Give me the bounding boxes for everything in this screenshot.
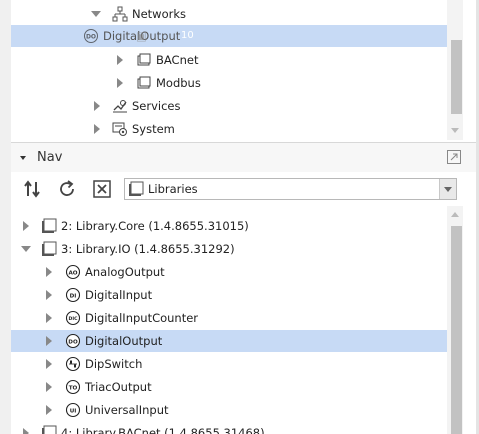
tree-item-library-io[interactable]: 3: Library.IO (1.4.8655.31292) (11, 238, 447, 260)
library-select[interactable]: Libraries (124, 178, 457, 200)
tree-item-digitalinputcounter[interactable]: DIC DigitalInputCounter (11, 307, 447, 329)
top-tree-scroll-thumb[interactable] (451, 40, 462, 114)
nav-menu-arrow-icon[interactable] (20, 156, 26, 160)
tree-item-digitalinput[interactable]: DI DigitalInput (11, 284, 447, 306)
icon-badge: DO (68, 339, 78, 345)
nav-tree-scroll-thumb[interactable] (451, 226, 462, 434)
drag-ghost-badge: 10 (181, 30, 194, 41)
tree-item-library-core[interactable]: 2: Library.Core (1.4.8655.31015) (11, 215, 447, 237)
system-icon (112, 122, 127, 136)
library-icon (42, 425, 57, 434)
expand-arrow-icon[interactable] (23, 221, 29, 231)
tree-item-label: Services (132, 99, 181, 113)
library-icon (42, 241, 57, 256)
nav-tree: 2: Library.Core (1.4.8655.31015) 3: Libr… (11, 206, 447, 434)
di-icon: DI (65, 287, 81, 303)
tree-item-label: 4: Library.BACnet (1.4.8655.31468) (61, 426, 265, 434)
dipswitch-icon (65, 356, 81, 372)
station-tree: Networks DO DigitalOutput ▣ 10 BACnet Mo… (11, 0, 447, 140)
nav-panel-header: Nav (11, 142, 476, 174)
ao-icon: AO (65, 264, 81, 280)
dropdown-button[interactable] (439, 179, 456, 199)
tree-item-label: DigitalInput (85, 288, 153, 302)
drag-ghost-label: ▣ (136, 29, 147, 43)
expand-arrow-icon[interactable] (46, 382, 52, 392)
expand-arrow-icon[interactable] (94, 101, 100, 111)
dic-icon: DIC (65, 310, 81, 326)
tree-item-label: System (132, 122, 175, 136)
scroll-down-arrow-icon[interactable] (451, 128, 459, 133)
tree-item-label: Modbus (156, 76, 201, 90)
tree-item-label: DigitalOutput (85, 334, 163, 348)
tree-item-library-bacnet[interactable]: 4: Library.BACnet (1.4.8655.31468) (11, 422, 447, 434)
scroll-up-arrow-icon[interactable] (451, 212, 459, 217)
network-icon (112, 6, 128, 22)
maximize-icon[interactable] (446, 149, 462, 165)
refresh-icon[interactable] (56, 178, 78, 200)
tree-item-label: AnalogOutput (85, 265, 165, 279)
tree-item-bacnet[interactable]: BACnet (11, 49, 447, 71)
expand-arrow-icon[interactable] (46, 336, 52, 346)
tree-item-label: UniversalInput (85, 403, 169, 417)
tree-item-label: BACnet (156, 53, 199, 67)
digital-output-icon: DO (84, 29, 98, 43)
tree-item-label: Networks (132, 7, 187, 21)
tree-item-digitaloutput-drag[interactable]: DO DigitalOutput ▣ 10 (11, 25, 447, 47)
tree-item-analogoutput[interactable]: AO AnalogOutput (11, 261, 447, 283)
nav-title: Nav (37, 150, 63, 165)
sort-icon[interactable] (21, 178, 43, 200)
chevron-down-icon (444, 187, 452, 192)
tree-item-digitaloutput[interactable]: DO DigitalOutput (11, 330, 447, 352)
nav-right-gutter (463, 206, 476, 434)
do-icon: DO (65, 333, 81, 349)
folder-icon (137, 76, 151, 89)
services-icon (113, 100, 127, 113)
tree-item-universalinput[interactable]: UI UniversalInput (11, 399, 447, 421)
ui-icon: UI (65, 402, 81, 418)
library-icon (42, 218, 57, 233)
tree-item-label: DipSwitch (85, 357, 143, 371)
left-margin (0, 0, 11, 434)
expand-arrow-icon[interactable] (46, 290, 52, 300)
tree-item-dipswitch[interactable]: DipSwitch (11, 353, 447, 375)
tree-item-label: TriacOutput (85, 380, 152, 394)
tree-item-networks[interactable]: Networks (11, 3, 447, 25)
icon-badge: DI (70, 293, 77, 299)
expand-arrow-icon[interactable] (46, 313, 52, 323)
close-icon[interactable] (91, 178, 113, 200)
expand-arrow-icon[interactable] (46, 405, 52, 415)
tree-item-triacoutput[interactable]: TO TriacOutput (11, 376, 447, 398)
collapse-arrow-icon[interactable] (91, 11, 101, 17)
library-select-value: Libraries (148, 182, 198, 196)
tree-item-label: 2: Library.Core (1.4.8655.31015) (61, 219, 249, 233)
folder-icon (137, 53, 151, 66)
expand-arrow-icon[interactable] (94, 124, 100, 134)
icon-badge: AO (68, 270, 77, 276)
svg-text:DO: DO (86, 34, 96, 41)
tree-item-services[interactable]: Services (11, 95, 447, 117)
tree-item-system[interactable]: System (11, 118, 447, 140)
tree-item-label: DigitalInputCounter (85, 311, 199, 325)
expand-arrow-icon[interactable] (23, 428, 29, 434)
icon-badge: DIC (69, 316, 79, 322)
tree-item-modbus[interactable]: Modbus (11, 72, 447, 94)
expand-arrow-icon[interactable] (46, 359, 52, 369)
expand-arrow-icon[interactable] (117, 78, 123, 88)
icon-badge: UI (70, 408, 77, 414)
tree-item-label: 3: Library.IO (1.4.8655.31292) (61, 242, 235, 256)
library-icon (129, 181, 144, 196)
collapse-arrow-icon[interactable] (21, 246, 31, 252)
icon-badge: TO (69, 385, 78, 391)
expand-arrow-icon[interactable] (117, 55, 123, 65)
to-icon: TO (65, 379, 81, 395)
expand-arrow-icon[interactable] (46, 267, 52, 277)
